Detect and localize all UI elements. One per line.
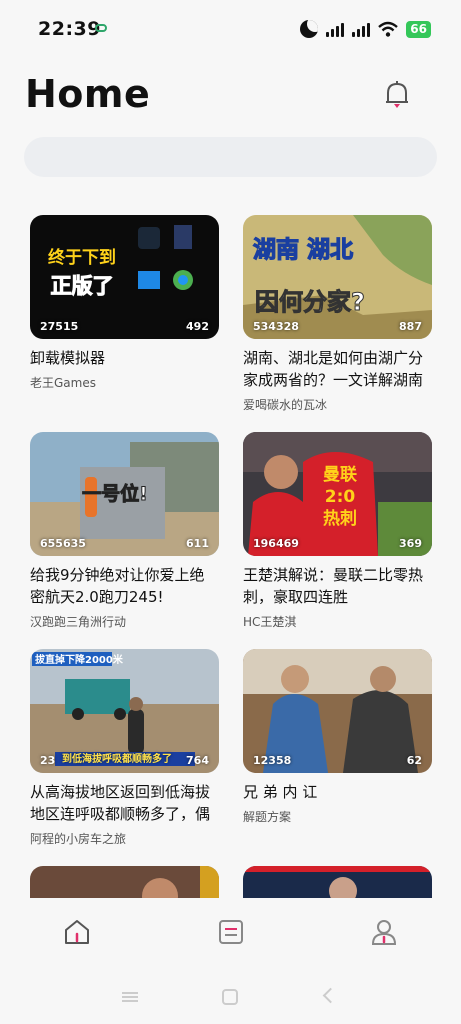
thumbnail-caption: 到低海拔呼吸都顺畅多了 (62, 754, 172, 765)
svg-text:曼联: 曼联 (323, 465, 357, 485)
svg-text:热刺: 热刺 (323, 508, 357, 529)
video-title: 给我9分钟绝对让你爱上绝密航天2.0跑刀245! (30, 566, 205, 606)
video-card[interactable]: 一号位! 655635 611 给我9分钟绝对让你爱上绝密航天2.0跑刀245!… (30, 432, 219, 630)
view-count: 196469 (253, 537, 299, 550)
svg-text:终于下到: 终于下到 (48, 247, 116, 268)
view-count: 655635 (40, 537, 86, 550)
comment-count: 369 (399, 537, 422, 550)
video-author: 爱喝碳水的瓦冰 (243, 398, 328, 412)
status-time: 22:39 (38, 18, 101, 40)
bottom-navigation (0, 898, 461, 968)
video-card[interactable] (243, 866, 432, 898)
system-navigation-bar (0, 968, 461, 1024)
profile-icon[interactable] (370, 918, 398, 946)
video-thumbnail[interactable]: 湖南 湖北 因何分家? 534328 887 (243, 215, 432, 339)
system-home-icon[interactable] (222, 989, 238, 1005)
svg-text:因何分家?: 因何分家? (255, 288, 365, 316)
svg-text:2:0: 2:0 (325, 487, 356, 507)
view-count: 12358 (253, 754, 292, 767)
video-author: 阿程的小房车之旅 (30, 832, 127, 846)
video-title: 兄 弟 内 讧 (243, 783, 318, 801)
video-title: 王楚淇解说：曼联二比零热刺，豪取四连胜 (243, 566, 424, 606)
thumbnail-image (243, 866, 432, 898)
video-thumbnail[interactable]: 12358 62 (243, 649, 432, 773)
list-icon[interactable] (217, 918, 245, 946)
wifi-icon (378, 21, 399, 37)
signal-icon-2 (352, 22, 371, 37)
home-icon[interactable] (63, 918, 91, 946)
video-author: 老王Games (30, 376, 96, 390)
svg-text:正版了: 正版了 (51, 274, 114, 298)
status-bar: 22:39 66 (0, 0, 461, 56)
video-thumbnail[interactable] (243, 866, 432, 898)
video-title: 卸载模拟器 (30, 349, 106, 367)
video-card[interactable]: 湖南 湖北 因何分家? 534328 887 湖南、湖北是如何由湖广分家成两省的… (243, 215, 432, 413)
video-card[interactable]: 曼联 2:0 热刺 196469 369 王楚淇解说：曼联二比零热刺，豪取四连胜… (243, 432, 432, 630)
link-icon (95, 24, 107, 32)
video-thumbnail[interactable]: 曼联 2:0 热刺 196469 369 (243, 432, 432, 556)
comment-count: 62 (406, 754, 422, 767)
view-count: 23 (40, 754, 56, 767)
video-title: 从高海拔地区返回到低海拔地区连呼吸都顺畅多了，偶遇拍 (30, 783, 211, 823)
svg-text:湖南 湖北: 湖南 湖北 (253, 237, 353, 263)
video-thumbnail[interactable]: 拔直掉下降2000米 到低海拔呼吸都顺畅多了 23 764 (30, 649, 219, 773)
video-card[interactable]: 12358 62 兄 弟 内 讧 解题方案 (243, 649, 432, 825)
comment-count: 764 (186, 754, 209, 767)
comment-count: 887 (399, 320, 422, 333)
video-thumbnail[interactable] (30, 866, 219, 898)
view-count: 534328 (253, 320, 299, 333)
video-author: HC王楚淇 (243, 615, 297, 629)
search-bar[interactable] (24, 137, 437, 177)
video-grid: 终于下到 正版了 27515 492 卸载模拟器 老王Games 湖南 湖北 因… (30, 215, 432, 898)
back-icon[interactable] (322, 987, 339, 1004)
video-author: 汉跑跑三角洲行动 (30, 615, 127, 629)
bell-icon[interactable] (383, 80, 411, 110)
page-title: Home (25, 72, 151, 116)
comment-count: 611 (186, 537, 209, 550)
thumbnail-image (30, 866, 219, 898)
video-card[interactable]: 拔直掉下降2000米 到低海拔呼吸都顺畅多了 23 764 从高海拔地区返回到低… (30, 649, 219, 847)
video-thumbnail[interactable]: 终于下到 正版了 27515 492 (30, 215, 219, 339)
signal-icon (326, 22, 345, 37)
video-author: 解题方案 (243, 810, 292, 824)
svg-text:拔直掉下降2000米: 拔直掉下降2000米 (35, 653, 124, 666)
battery-indicator: 66 (406, 20, 431, 38)
recent-apps-icon[interactable] (122, 992, 138, 1002)
comment-count: 492 (186, 320, 209, 333)
video-thumbnail[interactable]: 一号位! 655635 611 (30, 432, 219, 556)
video-title: 湖南、湖北是如何由湖广分家成两省的？一文详解湖南湖北 (243, 349, 424, 389)
video-card[interactable]: 终于下到 正版了 27515 492 卸载模拟器 老王Games (30, 215, 219, 391)
view-count: 27515 (40, 320, 79, 333)
video-card[interactable] (30, 866, 219, 898)
do-not-disturb-icon (300, 20, 319, 38)
svg-text:一号位!: 一号位! (82, 482, 148, 505)
